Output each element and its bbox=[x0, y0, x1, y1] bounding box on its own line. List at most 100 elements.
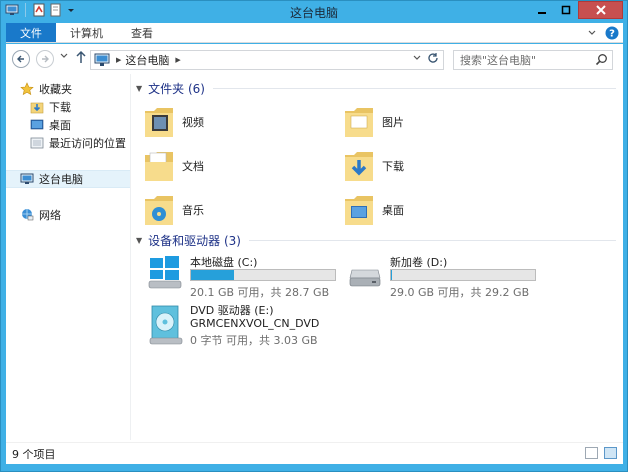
sidebar-item-label: 收藏夹 bbox=[39, 83, 72, 96]
drive-dvd[interactable]: DVD 驱动器 (E:) GRMCENXVOL_CN_DVD 0 字节 可用，共… bbox=[148, 302, 388, 352]
desktop-folder-icon bbox=[345, 196, 373, 225]
folder-desktop[interactable]: 桌面 bbox=[344, 190, 534, 230]
sidebar-item-recent-places[interactable]: 最近访问的位置 bbox=[6, 134, 130, 152]
sidebar-item-label: 这台电脑 bbox=[39, 173, 83, 186]
refresh-icon bbox=[428, 53, 438, 63]
folder-downloads[interactable]: 下载 bbox=[344, 146, 534, 186]
breadcrumb-separator-icon[interactable]: ▶ bbox=[116, 56, 121, 64]
music-folder-icon bbox=[145, 196, 173, 225]
disc-label: GRMCENXVOL_CN_DVD bbox=[190, 317, 320, 330]
main-pane: ▼ 文件夹 (6) 视频 图片 文档 下载 音乐 桌面 ▼ 设备和驱动器 (3)… bbox=[136, 74, 623, 440]
divider bbox=[248, 239, 616, 241]
svg-text:?: ? bbox=[609, 29, 615, 40]
navigation-pane: 收藏夹 下载 桌面 最近访问的位置 这台电脑 网络 bbox=[6, 74, 130, 440]
drive-c[interactable]: 本地磁盘 (C:) 20.1 GB 可用，共 28.7 GB bbox=[148, 254, 348, 299]
drive-free-space: 20.1 GB 可用，共 28.7 GB bbox=[190, 286, 330, 299]
help-icon[interactable]: ? bbox=[605, 26, 619, 43]
folder-name: 文档 bbox=[182, 160, 204, 173]
drive-usage-fill bbox=[191, 270, 235, 280]
forward-button[interactable] bbox=[36, 50, 54, 68]
ribbon-right-controls: ? bbox=[587, 26, 619, 43]
back-icon bbox=[17, 55, 24, 63]
breadcrumb-separator-icon[interactable]: ▶ bbox=[175, 56, 180, 64]
sidebar-item-desktop[interactable]: 桌面 bbox=[6, 116, 130, 134]
documents-folder-icon bbox=[145, 152, 173, 181]
navigation-row: ▶ 这台电脑 ▶ 搜索"这台电脑" bbox=[6, 46, 623, 72]
divider bbox=[212, 87, 616, 89]
up-button[interactable] bbox=[75, 50, 87, 68]
refresh-button[interactable] bbox=[427, 52, 439, 67]
downloads-folder-icon bbox=[30, 100, 44, 114]
address-dropdown[interactable] bbox=[413, 54, 421, 64]
breadcrumb-location[interactable]: 这台电脑 bbox=[125, 52, 169, 68]
devices-group-header[interactable]: ▼ 设备和驱动器 (3) bbox=[136, 232, 616, 248]
chevron-down-icon bbox=[413, 55, 421, 60]
sidebar-item-label: 下载 bbox=[49, 101, 71, 114]
downloads-folder-icon bbox=[345, 152, 373, 181]
sidebar-item-label: 最近访问的位置 bbox=[49, 137, 126, 150]
desktop-icon bbox=[30, 118, 44, 132]
group-title: 设备和驱动器 (3) bbox=[148, 233, 241, 248]
forward-icon bbox=[42, 55, 49, 63]
folders-group-header[interactable]: ▼ 文件夹 (6) bbox=[136, 80, 616, 96]
chevron-down-icon bbox=[60, 53, 68, 58]
large-icons-view-button[interactable] bbox=[604, 447, 617, 459]
folder-pictures[interactable]: 图片 bbox=[344, 102, 534, 142]
drive-usage-fill bbox=[391, 270, 392, 280]
title-bar[interactable]: 这台电脑 bbox=[1, 1, 627, 22]
chevron-down-icon[interactable]: ▼ bbox=[136, 84, 142, 93]
item-count: 9 个项目 bbox=[12, 447, 56, 461]
drive-name: 本地磁盘 (C:) bbox=[190, 256, 258, 269]
recent-places-icon bbox=[30, 136, 44, 150]
search-input[interactable]: 搜索"这台电脑" bbox=[453, 50, 613, 70]
sidebar-item-favorites[interactable]: 收藏夹 bbox=[6, 80, 130, 98]
drive-free-space: 0 字节 可用，共 3.03 GB bbox=[190, 334, 318, 347]
address-bar[interactable]: ▶ 这台电脑 ▶ bbox=[90, 50, 444, 70]
search-icon[interactable] bbox=[595, 53, 608, 69]
drive-d[interactable]: 新加卷 (D:) 29.0 GB 可用，共 29.2 GB bbox=[348, 254, 548, 299]
folder-name: 音乐 bbox=[182, 204, 204, 217]
drive-usage-bar bbox=[390, 269, 536, 281]
folder-videos[interactable]: 视频 bbox=[144, 102, 334, 142]
hdd-icon bbox=[349, 269, 381, 287]
folder-documents[interactable]: 文档 bbox=[144, 146, 334, 186]
sidebar-item-downloads[interactable]: 下载 bbox=[6, 98, 130, 116]
status-bar: 9 个项目 bbox=[6, 442, 623, 464]
ribbon-tabs: 文件 计算机 查看 ? bbox=[6, 23, 623, 43]
window-controls bbox=[530, 1, 623, 19]
expand-ribbon-icon[interactable] bbox=[587, 28, 597, 41]
sidebar-item-label: 桌面 bbox=[49, 119, 71, 132]
search-placeholder: 搜索"这台电脑" bbox=[460, 54, 537, 67]
chevron-down-icon[interactable]: ▼ bbox=[136, 236, 142, 245]
tab-view[interactable]: 查看 bbox=[117, 23, 167, 42]
sidebar-item-network[interactable]: 网络 bbox=[6, 206, 130, 224]
back-button[interactable] bbox=[12, 50, 30, 68]
folder-music[interactable]: 音乐 bbox=[144, 190, 334, 230]
pictures-folder-icon bbox=[345, 108, 373, 137]
star-icon bbox=[20, 82, 34, 96]
windows-drive-icon bbox=[148, 256, 182, 289]
computer-icon bbox=[94, 53, 110, 66]
drive-free-space: 29.0 GB 可用，共 29.2 GB bbox=[390, 286, 530, 299]
maximize-button[interactable] bbox=[554, 1, 578, 19]
sidebar-item-label: 网络 bbox=[39, 209, 61, 222]
pane-divider[interactable] bbox=[130, 74, 131, 440]
sidebar-item-this-pc[interactable]: 这台电脑 bbox=[6, 170, 130, 188]
folder-name: 下载 bbox=[382, 160, 404, 173]
folder-name: 视频 bbox=[182, 116, 204, 129]
up-icon bbox=[76, 50, 86, 63]
drive-name: DVD 驱动器 (E:) bbox=[190, 304, 274, 317]
group-title: 文件夹 (6) bbox=[148, 81, 205, 96]
network-icon bbox=[20, 208, 34, 222]
tab-file[interactable]: 文件 bbox=[6, 23, 56, 42]
explorer-content: ▶ 这台电脑 ▶ 搜索"这台电脑" 收藏夹 下载 桌面 最近访问的位置 这台电脑… bbox=[6, 44, 623, 464]
recent-locations-dropdown[interactable] bbox=[60, 52, 68, 62]
dvd-icon bbox=[149, 305, 183, 345]
minimize-button[interactable] bbox=[530, 1, 554, 19]
videos-folder-icon bbox=[145, 108, 173, 137]
close-button[interactable] bbox=[578, 1, 623, 19]
drive-name: 新加卷 (D:) bbox=[390, 256, 448, 269]
details-view-button[interactable] bbox=[585, 447, 598, 459]
folder-name: 图片 bbox=[382, 116, 404, 129]
tab-computer[interactable]: 计算机 bbox=[56, 23, 117, 42]
